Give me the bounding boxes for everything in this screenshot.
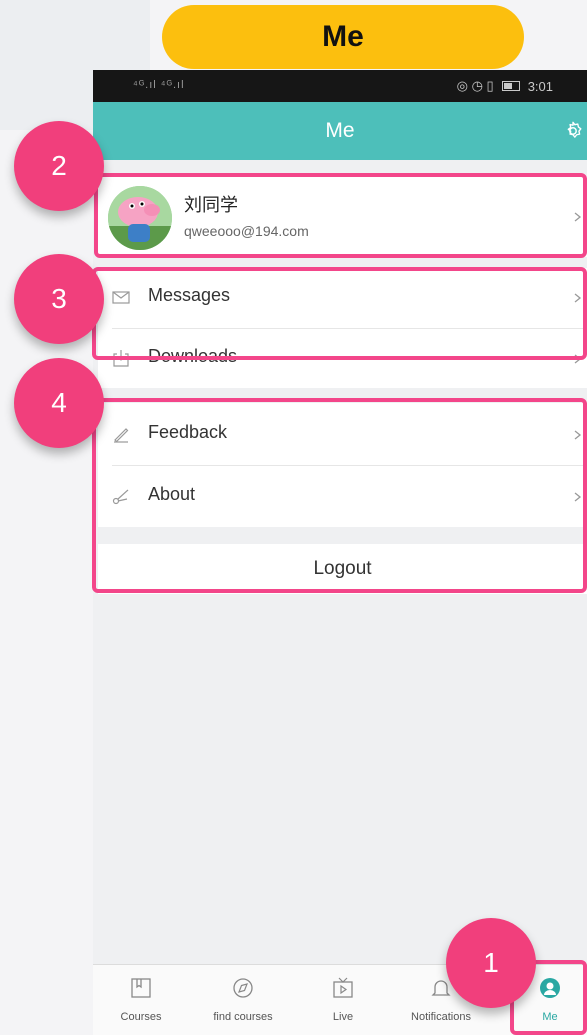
status-icons: ◎ ◷ ▯ [456,78,494,93]
tab-courses[interactable]: Courses [93,965,189,1035]
callout-badge-4: 4 [14,358,104,448]
signal-indicator: ⁴ᴳ.ıl ⁴ᴳ.ıl [133,79,185,91]
callout-badge-2: 2 [14,121,104,211]
highlight-profile [94,173,587,258]
tab-label: Live [332,1011,354,1023]
tv-play-icon [333,977,353,998]
callout-badge-1: 1 [446,918,536,1008]
callout-badge-3: 3 [14,254,104,344]
status-right: ◎ ◷ ▯ 3:01 [457,78,553,94]
status-bar: ⁴ᴳ.ıl ⁴ᴳ.ıl ◎ ◷ ▯ 3:01 [93,70,587,102]
tab-label: Courses [120,1011,162,1023]
tab-find-courses[interactable]: find courses [189,965,297,1035]
highlight-group-1 [92,267,587,360]
page-title: Me [162,5,524,69]
book-icon [131,978,151,998]
battery-icon [501,81,520,91]
tab-label: Notifications [411,1011,471,1023]
compass-icon [233,978,253,998]
tab-live[interactable]: Live [297,965,389,1035]
app-bar: Me [93,102,587,160]
status-time: 3:01 [527,78,553,94]
app-bar-title: Me [325,119,355,142]
highlight-group-2 [92,398,587,593]
tab-label: find courses [213,1011,273,1023]
gear-icon[interactable] [562,120,584,142]
